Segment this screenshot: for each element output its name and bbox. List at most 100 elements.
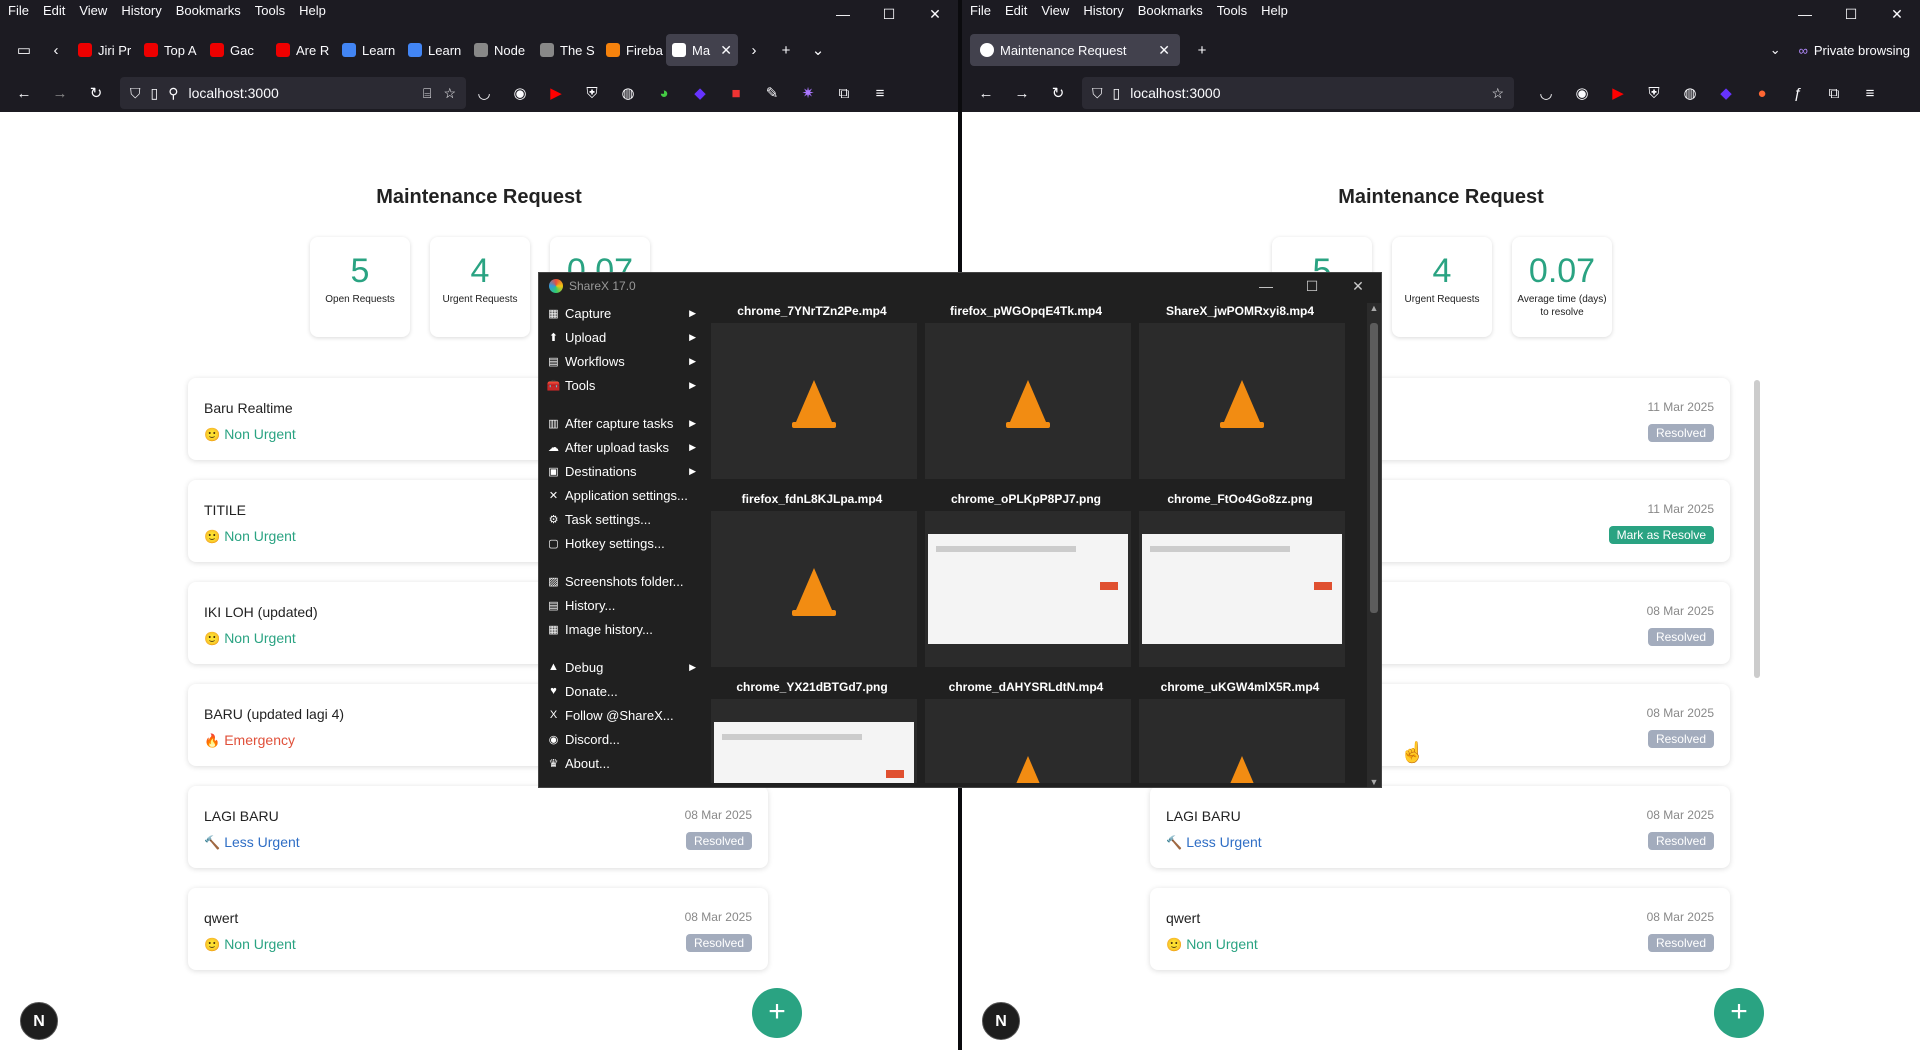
menu-item-tools[interactable]: Tools	[1217, 3, 1247, 18]
request-card[interactable]: LAGI BARU 🔨 Less Urgent 08 Mar 2025 Resolved	[188, 786, 768, 868]
thumbnail[interactable]	[711, 511, 917, 667]
thumbnail[interactable]	[925, 511, 1131, 667]
menu-item-discord[interactable]: ◉ Discord...	[539, 727, 704, 751]
tab-overview-icon[interactable]: ▭	[8, 34, 40, 66]
menu-item-hotkey-settings[interactable]: ▢ Hotkey settings...	[539, 531, 704, 555]
menu-item-view[interactable]: View	[79, 3, 107, 18]
tab-3[interactable]: Are R	[270, 34, 336, 66]
close-icon[interactable]: ✕	[1874, 0, 1920, 28]
menu-item-follow-sharex[interactable]: X Follow @ShareX...	[539, 703, 704, 727]
history-item[interactable]: chrome_uKGW4mlX5R.mp4	[1135, 679, 1345, 783]
menu-item-debug[interactable]: ▲ Debug ▶	[539, 655, 704, 679]
nextjs-dev-indicator[interactable]: N	[20, 1002, 58, 1040]
list-tabs-icon[interactable]: ⌄	[802, 34, 834, 66]
scrollbar[interactable]: ▲ ▼	[1367, 303, 1381, 787]
menu-item-after-upload-tasks[interactable]: ☁ After upload tasks ▶	[539, 435, 704, 459]
pocket-icon[interactable]: ◡	[466, 77, 502, 109]
bookmark-star-icon[interactable]: ☆	[1491, 85, 1504, 102]
history-item[interactable]: chrome_dAHYSRLdtN.mp4	[921, 679, 1131, 783]
ublock-icon[interactable]: ⛨	[1636, 77, 1672, 109]
menu-item-image-history[interactable]: ▦ Image history...	[539, 617, 704, 641]
scroll-down-icon[interactable]: ▼	[1367, 777, 1381, 787]
menu-item-history[interactable]: ▤ History...	[539, 593, 704, 617]
tab-7[interactable]: The S	[534, 34, 600, 66]
scrollbar[interactable]	[1754, 380, 1760, 678]
request-card[interactable]: LAGI BARU 🔨 Less Urgent 08 Mar 2025 Resolved	[1150, 786, 1730, 868]
menu-item-workflows[interactable]: ▤ Workflows ▶	[539, 349, 704, 373]
back-icon[interactable]: ←	[968, 77, 1004, 109]
menu-item-help[interactable]: Help	[1261, 3, 1288, 18]
close-tab-icon[interactable]: ✕	[1154, 42, 1170, 59]
mark-resolve-button[interactable]: Mark as Resolve	[1608, 526, 1714, 544]
menu-item-donate[interactable]: ♥ Donate...	[539, 679, 704, 703]
thumbnail[interactable]	[925, 699, 1131, 783]
thumbnail[interactable]	[1139, 699, 1345, 783]
minimize-icon[interactable]: —	[1782, 0, 1828, 28]
tab-8[interactable]: Fireba	[600, 34, 666, 66]
new-tab-icon[interactable]: +	[1186, 34, 1218, 66]
color-ext-icon[interactable]: ◕	[646, 77, 682, 109]
account-icon[interactable]: ◉	[502, 77, 538, 109]
youtube-ext-icon[interactable]: ▶	[538, 77, 574, 109]
tab-6[interactable]: Node	[468, 34, 534, 66]
forward-icon[interactable]: →	[1004, 77, 1040, 109]
cube-ext-icon[interactable]: ◆	[682, 77, 718, 109]
gear-ext-icon[interactable]: ✷	[790, 77, 826, 109]
thumbnail[interactable]	[1139, 323, 1345, 479]
ublock-icon[interactable]: ⛨	[574, 77, 610, 109]
account-icon[interactable]: ◉	[1564, 77, 1600, 109]
thumbnail[interactable]	[1139, 511, 1345, 667]
tab-0[interactable]: Jiri Pr	[72, 34, 138, 66]
tab-4[interactable]: Learn	[336, 34, 402, 66]
history-item[interactable]: firefox_pWGOpqE4Tk.mp4	[921, 303, 1131, 483]
menu-item-view[interactable]: View	[1041, 3, 1069, 18]
scroll-tabs-left-icon[interactable]: ‹	[40, 34, 72, 66]
tab-5[interactable]: Learn	[402, 34, 468, 66]
tab-1[interactable]: Top A	[138, 34, 204, 66]
maximize-icon[interactable]: ☐	[1289, 273, 1335, 299]
history-item[interactable]: ShareX_jwPOMRxyi8.mp4	[1135, 303, 1345, 483]
maximize-icon[interactable]: ☐	[866, 0, 912, 28]
scroll-tabs-right-icon[interactable]: ›	[738, 34, 770, 66]
menu-item-history[interactable]: History	[1083, 3, 1123, 18]
menu-item-destinations[interactable]: ▣ Destinations ▶	[539, 459, 704, 483]
thumbnail[interactable]	[925, 323, 1131, 479]
formula-ext-icon[interactable]: ƒ	[1780, 77, 1816, 109]
history-item[interactable]: chrome_FtOo4Go8zz.png	[1135, 491, 1345, 671]
menu-item-screenshots-folder[interactable]: ▨ Screenshots folder...	[539, 569, 704, 593]
url-bar[interactable]: ⛉ ▯ ⚲ localhost:3000 ⌸ ☆	[120, 77, 466, 109]
extensions-icon[interactable]: ⧉	[826, 77, 862, 109]
maximize-icon[interactable]: ☐	[1828, 0, 1874, 28]
nextjs-dev-indicator[interactable]: N	[982, 1002, 1020, 1040]
menu-item-after-capture-tasks[interactable]: ▥ After capture tasks ▶	[539, 411, 704, 435]
red-ext-icon[interactable]: ■	[718, 77, 754, 109]
menu-item-upload[interactable]: ⬆ Upload ▶	[539, 325, 704, 349]
minimize-icon[interactable]: —	[820, 0, 866, 28]
extensions-icon[interactable]: ⧉	[1816, 77, 1852, 109]
menu-item-file[interactable]: File	[8, 3, 29, 18]
request-card[interactable]: qwert 🙂 Non Urgent 08 Mar 2025 Resolved	[188, 888, 768, 970]
menu-item-bookmarks[interactable]: Bookmarks	[1138, 3, 1203, 18]
pocket-icon[interactable]: ◡	[1528, 77, 1564, 109]
bookmark-star-icon[interactable]: ☆	[443, 85, 456, 102]
history-item[interactable]: firefox_fdnL8KJLpa.mp4	[707, 491, 917, 671]
pen-ext-icon[interactable]: ✎	[754, 77, 790, 109]
red-ext-icon[interactable]: ●	[1744, 77, 1780, 109]
thumbnail[interactable]	[711, 323, 917, 479]
menu-item-edit[interactable]: Edit	[43, 3, 65, 18]
scroll-thumb[interactable]	[1370, 323, 1378, 613]
globe-ext-icon[interactable]: ◍	[610, 77, 646, 109]
request-card[interactable]: qwert 🙂 Non Urgent 08 Mar 2025 Resolved	[1150, 888, 1730, 970]
reload-icon[interactable]: ↻	[78, 77, 114, 109]
tab-2[interactable]: Gac	[204, 34, 270, 66]
url-bar[interactable]: ⛉ ▯ localhost:3000 ☆	[1082, 77, 1514, 109]
menu-item-tools[interactable]: Tools	[255, 3, 285, 18]
menu-item-application-settings[interactable]: ✕ Application settings...	[539, 483, 704, 507]
history-item[interactable]: chrome_7YNrTZn2Pe.mp4	[707, 303, 917, 483]
new-tab-icon[interactable]: +	[770, 34, 802, 66]
reload-icon[interactable]: ↻	[1040, 77, 1076, 109]
hamburger-menu-icon[interactable]: ≡	[862, 77, 898, 109]
forward-icon[interactable]: →	[42, 77, 78, 109]
translate-icon[interactable]: ⌸	[423, 85, 431, 102]
cube-ext-icon[interactable]: ◆	[1708, 77, 1744, 109]
